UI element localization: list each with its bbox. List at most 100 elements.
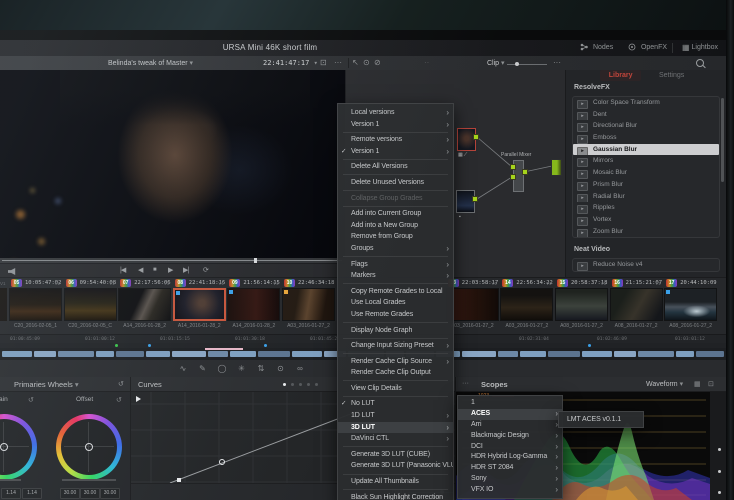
lightbox-button[interactable]: ▦ Lightbox bbox=[682, 42, 718, 54]
fx-item-vortex[interactable]: ▸ Vortex bbox=[573, 214, 719, 226]
node-options-icon[interactable]: ··· bbox=[553, 58, 561, 67]
node-output-dot[interactable] bbox=[473, 134, 479, 140]
zoom-icon[interactable]: ⊙ bbox=[273, 363, 289, 374]
timeline-clip-segment[interactable] bbox=[2, 351, 32, 357]
clip-thumbnail-06[interactable] bbox=[63, 288, 117, 321]
tab-library[interactable]: Library bbox=[599, 70, 642, 81]
curve-channel-dot[interactable] bbox=[307, 383, 310, 386]
fx-item-zoom-blur[interactable]: ▸ Zoom Blur bbox=[573, 226, 719, 238]
menu-item-black-sun-highlight-correction[interactable]: Black Sun Highlight Correction bbox=[338, 492, 453, 500]
curve-channel-dot[interactable] bbox=[291, 383, 294, 386]
clip-thumbnail-16[interactable] bbox=[609, 288, 663, 321]
scope-toggle-dot[interactable] bbox=[718, 491, 721, 494]
go-to-end-button[interactable]: ▶| bbox=[183, 266, 189, 274]
speaker-icon[interactable] bbox=[8, 268, 16, 275]
bypass-grade-icon[interactable]: ⊘ bbox=[374, 58, 381, 67]
menu-item-vfx-io[interactable]: VFX IO › bbox=[458, 485, 562, 496]
fx-item-reduce-noise-v4[interactable]: ▸ Reduce Noise v4 bbox=[573, 259, 719, 272]
menu-item-1d-lut[interactable]: 1D LUT › bbox=[338, 410, 453, 422]
timeline-clip-segment[interactable] bbox=[96, 351, 114, 357]
scope-mode-dropdown[interactable]: Waveform ▾ bbox=[646, 380, 683, 388]
timeline-clip-segment[interactable] bbox=[292, 351, 322, 357]
fx-item-dent[interactable]: ▸ Dent bbox=[573, 109, 719, 121]
clip-thumbnail-10[interactable] bbox=[282, 288, 335, 321]
timeline-marker[interactable] bbox=[115, 344, 118, 347]
ellipse-icon[interactable]: ◯ bbox=[214, 363, 230, 374]
menu-item-1[interactable]: 1 bbox=[458, 398, 562, 409]
curve-point[interactable] bbox=[177, 478, 181, 482]
scopes-options-icon[interactable]: ··· bbox=[462, 380, 469, 387]
menu-item-local-versions[interactable]: Local versions › bbox=[338, 107, 453, 119]
fx-item-gaussian-blur[interactable]: ▸ Gaussian Blur bbox=[573, 143, 719, 156]
menu-item-render-cache-clip-source[interactable]: Render Cache Clip Source › bbox=[338, 356, 453, 368]
cursor-tool-icon[interactable]: ↖ bbox=[352, 58, 359, 67]
reset-all-icon[interactable]: ↺ bbox=[118, 380, 124, 388]
menu-item-blackmagic-design[interactable]: Blackmagic Design › bbox=[458, 431, 562, 442]
curve-channel-dot[interactable] bbox=[299, 383, 302, 386]
timeline-clip-segment[interactable] bbox=[258, 351, 290, 357]
stop-button[interactable]: ■ bbox=[153, 267, 157, 273]
tab-settings[interactable]: Settings bbox=[650, 70, 693, 81]
timeline-clip-segment[interactable] bbox=[462, 351, 496, 357]
timeline-marker[interactable] bbox=[588, 344, 591, 347]
menu-item-use-local-grades[interactable]: Use Local Grades bbox=[338, 297, 453, 309]
offset-reset-icon[interactable]: ↺ bbox=[116, 396, 122, 404]
menu-item-version-1[interactable]: ✓ Version 1 › bbox=[338, 146, 453, 158]
gain-value-box[interactable]: 1.14 bbox=[22, 488, 42, 499]
clip-thumbnail-05[interactable] bbox=[9, 288, 62, 321]
output-node[interactable] bbox=[551, 159, 562, 176]
mixer-input-dot[interactable] bbox=[510, 174, 516, 180]
mixer-output-dot[interactable] bbox=[522, 169, 528, 175]
offset-wheel[interactable] bbox=[56, 414, 122, 480]
menu-item-groups[interactable]: Groups › bbox=[338, 243, 453, 255]
timeline-marker[interactable] bbox=[148, 344, 151, 347]
menu-item-generate-3d-lut-cube[interactable]: Generate 3D LUT (CUBE) bbox=[338, 449, 453, 461]
menu-item-hdr-st-2084[interactable]: HDR ST 2084 › bbox=[458, 463, 562, 474]
menu-item-dci[interactable]: DCI › bbox=[458, 442, 562, 453]
offset-master-slider[interactable] bbox=[62, 479, 116, 481]
node-output-dot[interactable] bbox=[472, 196, 478, 202]
gain-value-box[interactable]: 1.14 bbox=[1, 488, 21, 499]
clip-thumbnail-07[interactable] bbox=[118, 288, 172, 321]
gain-wheel[interactable] bbox=[0, 414, 37, 480]
step-back-button[interactable]: ◀ bbox=[138, 266, 143, 274]
menu-item-flags[interactable]: Flags › bbox=[338, 259, 453, 271]
loop-icon[interactable]: ⟳ bbox=[203, 266, 209, 274]
timeline-clip-segment[interactable] bbox=[676, 351, 694, 357]
menu-item-no-lut[interactable]: ✓ No LUT bbox=[338, 398, 453, 410]
clip-thumbnail-08[interactable] bbox=[172, 288, 226, 321]
fx-item-ripples[interactable]: ▸ Ripples bbox=[573, 202, 719, 214]
scope-expand-icon[interactable]: ⊡ bbox=[708, 380, 714, 388]
fx-item-radial-blur[interactable]: ▸ Radial Blur bbox=[573, 191, 719, 203]
fx-item-directional-blur[interactable]: ▸ Directional Blur bbox=[573, 120, 719, 133]
offset-value-box[interactable]: 30.00 bbox=[60, 488, 80, 499]
menu-item-hdr-hybrid-log-gamma[interactable]: HDR Hybrid Log-Gamma › bbox=[458, 452, 562, 463]
menu-item-update-all-thumbnails[interactable]: Update All Thumbnails bbox=[338, 476, 453, 488]
wipe-icon[interactable]: ∿ bbox=[175, 363, 191, 374]
fx-item-prism-blur[interactable]: ▸ Prism Blur bbox=[573, 179, 719, 191]
menu-item-add-into-current-group[interactable]: Add into Current Group bbox=[338, 208, 453, 220]
sort-icon[interactable]: ⇅ bbox=[253, 363, 269, 374]
fx-item-emboss[interactable]: ▸ Emboss bbox=[573, 132, 719, 144]
menu-item-aces[interactable]: ACES › bbox=[458, 408, 562, 420]
menu-item-view-clip-details[interactable]: View Clip Details bbox=[338, 383, 453, 395]
menu-item-remote-versions[interactable]: Remote versions › bbox=[338, 134, 453, 146]
wand-icon[interactable]: ✳ bbox=[234, 363, 250, 374]
link-icon[interactable]: ∞ bbox=[292, 363, 308, 374]
clip-thumbnail-15[interactable] bbox=[555, 288, 608, 321]
viewer-image[interactable] bbox=[0, 70, 345, 258]
timeline-clip-segment[interactable] bbox=[498, 351, 518, 357]
timeline-clip-segment[interactable] bbox=[614, 351, 636, 357]
timeline-clip-segment[interactable] bbox=[520, 351, 546, 357]
fx-scrollbar[interactable] bbox=[721, 98, 724, 182]
menu-item-render-cache-clip-output[interactable]: Render Cache Clip Output bbox=[338, 367, 453, 379]
menu-item-3d-lut[interactable]: 3D LUT › bbox=[338, 421, 453, 434]
timeline-clip-segment[interactable] bbox=[638, 351, 674, 357]
menu-item-delete-all-versions[interactable]: Delete All Versions bbox=[338, 161, 453, 173]
fx-item-color-space-transform[interactable]: ▸ Color Space Transform bbox=[573, 97, 719, 109]
menu-item-remove-from-group[interactable]: Remove from Group bbox=[338, 231, 453, 243]
timeline-clip-segment[interactable] bbox=[208, 351, 228, 357]
offset-value-box[interactable]: 30.00 bbox=[100, 488, 120, 499]
menu-item-use-remote-grades[interactable]: Use Remote Grades bbox=[338, 309, 453, 321]
timeline-clip-segment[interactable] bbox=[548, 351, 580, 357]
